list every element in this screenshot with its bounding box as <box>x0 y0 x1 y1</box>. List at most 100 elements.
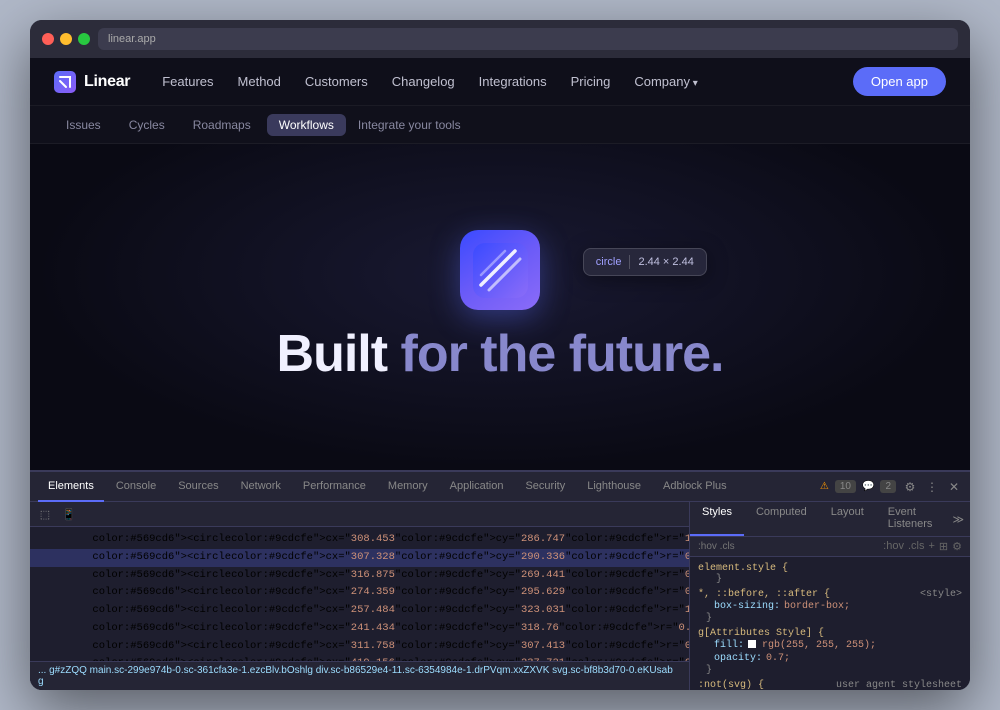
minimize-button[interactable] <box>60 33 72 45</box>
settings-icon[interactable]: ⚙ <box>902 479 918 495</box>
nav-method[interactable]: Method <box>238 74 281 89</box>
devtools-panel: Elements Console Sources Network Perform… <box>30 470 970 690</box>
code-line-5[interactable]: color:#569cd6"><circle color:#9cdcfe">cx… <box>30 620 689 638</box>
subnav-cycles[interactable]: Cycles <box>117 114 177 136</box>
open-app-button[interactable]: Open app <box>853 67 946 96</box>
styles-tab-more[interactable]: ≫ <box>946 502 970 536</box>
code-line-1[interactable]: color:#569cd6"><circle color:#9cdcfe">cx… <box>30 549 689 567</box>
breadcrumb-text: ... g#zZQQ main.sc-299e974b-0.sc-361cfa3… <box>38 665 681 687</box>
address-text: linear.app <box>108 33 156 45</box>
style-rule-element: element.style { } <box>690 561 970 587</box>
devtools-tab-sources[interactable]: Sources <box>168 472 228 502</box>
filter-icons: :hov .cls + ⊞ ⚙ <box>883 540 962 553</box>
hov-toggle[interactable]: :hov <box>883 540 904 553</box>
devtools-tab-memory[interactable]: Memory <box>378 472 438 502</box>
devtools-badges: ⚠ 10 💬 2 ⚙ ⋮ ✕ <box>820 479 962 495</box>
elements-code: color:#569cd6"><circle color:#9cdcfe">cx… <box>30 527 689 661</box>
hero-app-icon <box>460 230 540 310</box>
website-content: Linear Features Method Customers Changel… <box>30 58 970 690</box>
code-line-0[interactable]: color:#569cd6"><circle color:#9cdcfe">cx… <box>30 531 689 549</box>
navbar: Linear Features Method Customers Changel… <box>30 58 970 106</box>
devtools-body: ⬚ 📱 color:#569cd6"><circle color:#9cdcfe… <box>30 502 970 690</box>
style-source-2: user agent stylesheet <box>836 680 962 690</box>
address-bar[interactable]: linear.app <box>98 28 958 50</box>
styles-tab-computed[interactable]: Computed <box>744 502 819 536</box>
tooltip-tag: circle <box>596 256 622 268</box>
nav-features[interactable]: Features <box>162 74 213 89</box>
hero-section: circle 2.44 × 2.44 <box>30 144 970 470</box>
styles-tab-styles[interactable]: Styles <box>690 502 744 536</box>
devtools-tab-performance[interactable]: Performance <box>293 472 376 502</box>
devtools-tab-lighthouse[interactable]: Lighthouse <box>577 472 651 502</box>
subnav-workflows[interactable]: Workflows <box>267 114 346 136</box>
style-selector-4: :not(svg) { <box>698 680 764 690</box>
devtools-elements-panel: ⬚ 📱 color:#569cd6"><circle color:#9cdcfe… <box>30 502 690 690</box>
browser-chrome: linear.app <box>30 20 970 58</box>
nav-customers[interactable]: Customers <box>305 74 368 89</box>
hero-title-part1: Built <box>277 325 401 383</box>
more-style-icon[interactable]: ⊞ <box>939 540 948 553</box>
error-badge: 10 <box>835 480 856 493</box>
styles-tab-event-listeners[interactable]: Event Listeners <box>876 502 947 536</box>
cls-toggle[interactable]: .cls <box>908 540 925 553</box>
nav-integrations[interactable]: Integrations <box>479 74 547 89</box>
warning-badge: 2 <box>880 480 896 493</box>
hero-title: Built for the future. <box>277 326 724 383</box>
nav-company[interactable]: Company <box>634 74 697 89</box>
nav-links: Features Method Customers Changelog Inte… <box>162 74 825 89</box>
maximize-button[interactable] <box>78 33 90 45</box>
devtools-tab-adblock[interactable]: Adblock Plus <box>653 472 737 502</box>
linear-logo-icon <box>54 71 76 93</box>
devtools-tab-application[interactable]: Application <box>440 472 514 502</box>
style-rule-not-svg: :not(svg) { user agent stylesheet transf… <box>690 678 970 690</box>
style-rule-universal: *, ::before, ::after { <style> box-sizin… <box>690 587 970 626</box>
hero-title-part2: for the future. <box>401 325 724 383</box>
styles-filter: :hov .cls + ⊞ ⚙ <box>690 537 970 557</box>
code-line-2[interactable]: color:#569cd6"><circle color:#9cdcfe">cx… <box>30 567 689 585</box>
style-selector-2: *, ::before, ::after { <box>698 589 830 600</box>
styles-filter-input[interactable] <box>698 541 879 552</box>
style-selector: element.style { <box>698 563 788 574</box>
tooltip-bubble: circle 2.44 × 2.44 <box>583 248 707 276</box>
nav-changelog[interactable]: Changelog <box>392 74 455 89</box>
close-button[interactable] <box>42 33 54 45</box>
sub-navbar: Issues Cycles Roadmaps Workflows Integra… <box>30 106 970 144</box>
subnav-suffix: Integrate your tools <box>358 118 461 132</box>
style-rule-g-attrs: g[Attributes Style] { fill: rgb(255, 255… <box>690 626 970 678</box>
devtools-tab-network[interactable]: Network <box>231 472 291 502</box>
logo-area[interactable]: Linear <box>54 71 130 93</box>
tooltip-size: 2.44 × 2.44 <box>638 256 693 268</box>
more-icon[interactable]: ⋮ <box>924 479 940 495</box>
style-prop-fill: fill: rgb(255, 255, 255); <box>698 639 962 652</box>
style-source: <style> <box>920 589 962 600</box>
devtools-toolbar: ⬚ 📱 <box>30 502 689 527</box>
subnav-issues[interactable]: Issues <box>54 114 113 136</box>
add-style-icon[interactable]: + <box>928 540 934 553</box>
styles-tab-layout[interactable]: Layout <box>819 502 876 536</box>
close-devtools-icon[interactable]: ✕ <box>946 479 962 495</box>
style-prop-opacity: opacity: 0.7; <box>698 652 962 665</box>
devtools-tab-security[interactable]: Security <box>515 472 575 502</box>
code-line-4[interactable]: color:#569cd6"><circle color:#9cdcfe">cx… <box>30 602 689 620</box>
logo-text: Linear <box>84 73 130 91</box>
code-line-3[interactable]: color:#569cd6"><circle color:#9cdcfe">cx… <box>30 584 689 602</box>
styles-tabs: Styles Computed Layout Event Listeners ≫ <box>690 502 970 537</box>
devtools-tabs: Elements Console Sources Network Perform… <box>30 472 970 502</box>
tooltip-divider <box>629 255 630 269</box>
devtools-styles-panel: Styles Computed Layout Event Listeners ≫… <box>690 502 970 690</box>
devtools-tab-elements[interactable]: Elements <box>38 472 104 502</box>
traffic-lights <box>42 33 90 45</box>
elements-breadcrumb: ... g#zZQQ main.sc-299e974b-0.sc-361cfa3… <box>30 661 689 690</box>
style-selector-3: g[Attributes Style] { <box>698 628 824 639</box>
color-swatch <box>748 640 756 648</box>
code-line-6[interactable]: color:#569cd6"><circle color:#9cdcfe">cx… <box>30 638 689 656</box>
nav-pricing[interactable]: Pricing <box>571 74 611 89</box>
styles-content: element.style { } *, ::before, ::after {… <box>690 557 970 690</box>
devtools-tab-console[interactable]: Console <box>106 472 166 502</box>
style-prop-box-sizing: box-sizing: border-box; <box>698 600 962 613</box>
browser-window: linear.app Linear Features Method Custom… <box>30 20 970 690</box>
subnav-roadmaps[interactable]: Roadmaps <box>181 114 263 136</box>
device-icon[interactable]: 📱 <box>60 505 78 523</box>
inspect-icon[interactable]: ⬚ <box>36 505 54 523</box>
settings-style-icon[interactable]: ⚙ <box>952 540 962 553</box>
